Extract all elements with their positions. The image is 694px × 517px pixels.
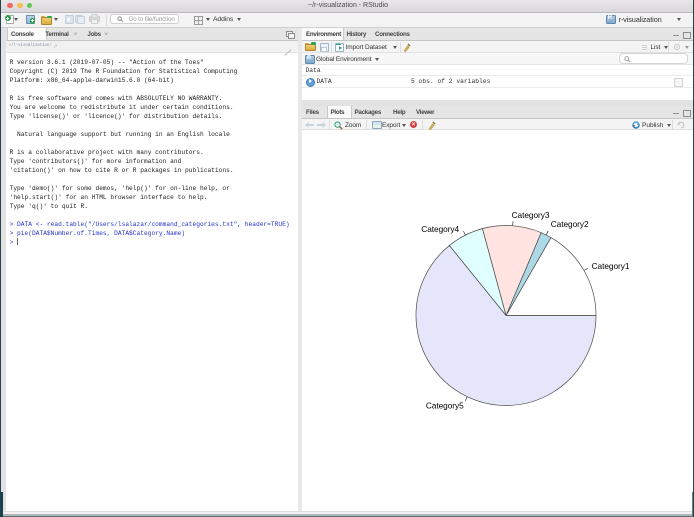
svg-text:Category5: Category5 <box>426 400 464 410</box>
svg-text:Category2: Category2 <box>551 219 589 229</box>
svg-text:Category1: Category1 <box>592 261 630 271</box>
svg-text:Category4: Category4 <box>421 224 459 234</box>
svg-text:Category3: Category3 <box>512 210 550 220</box>
